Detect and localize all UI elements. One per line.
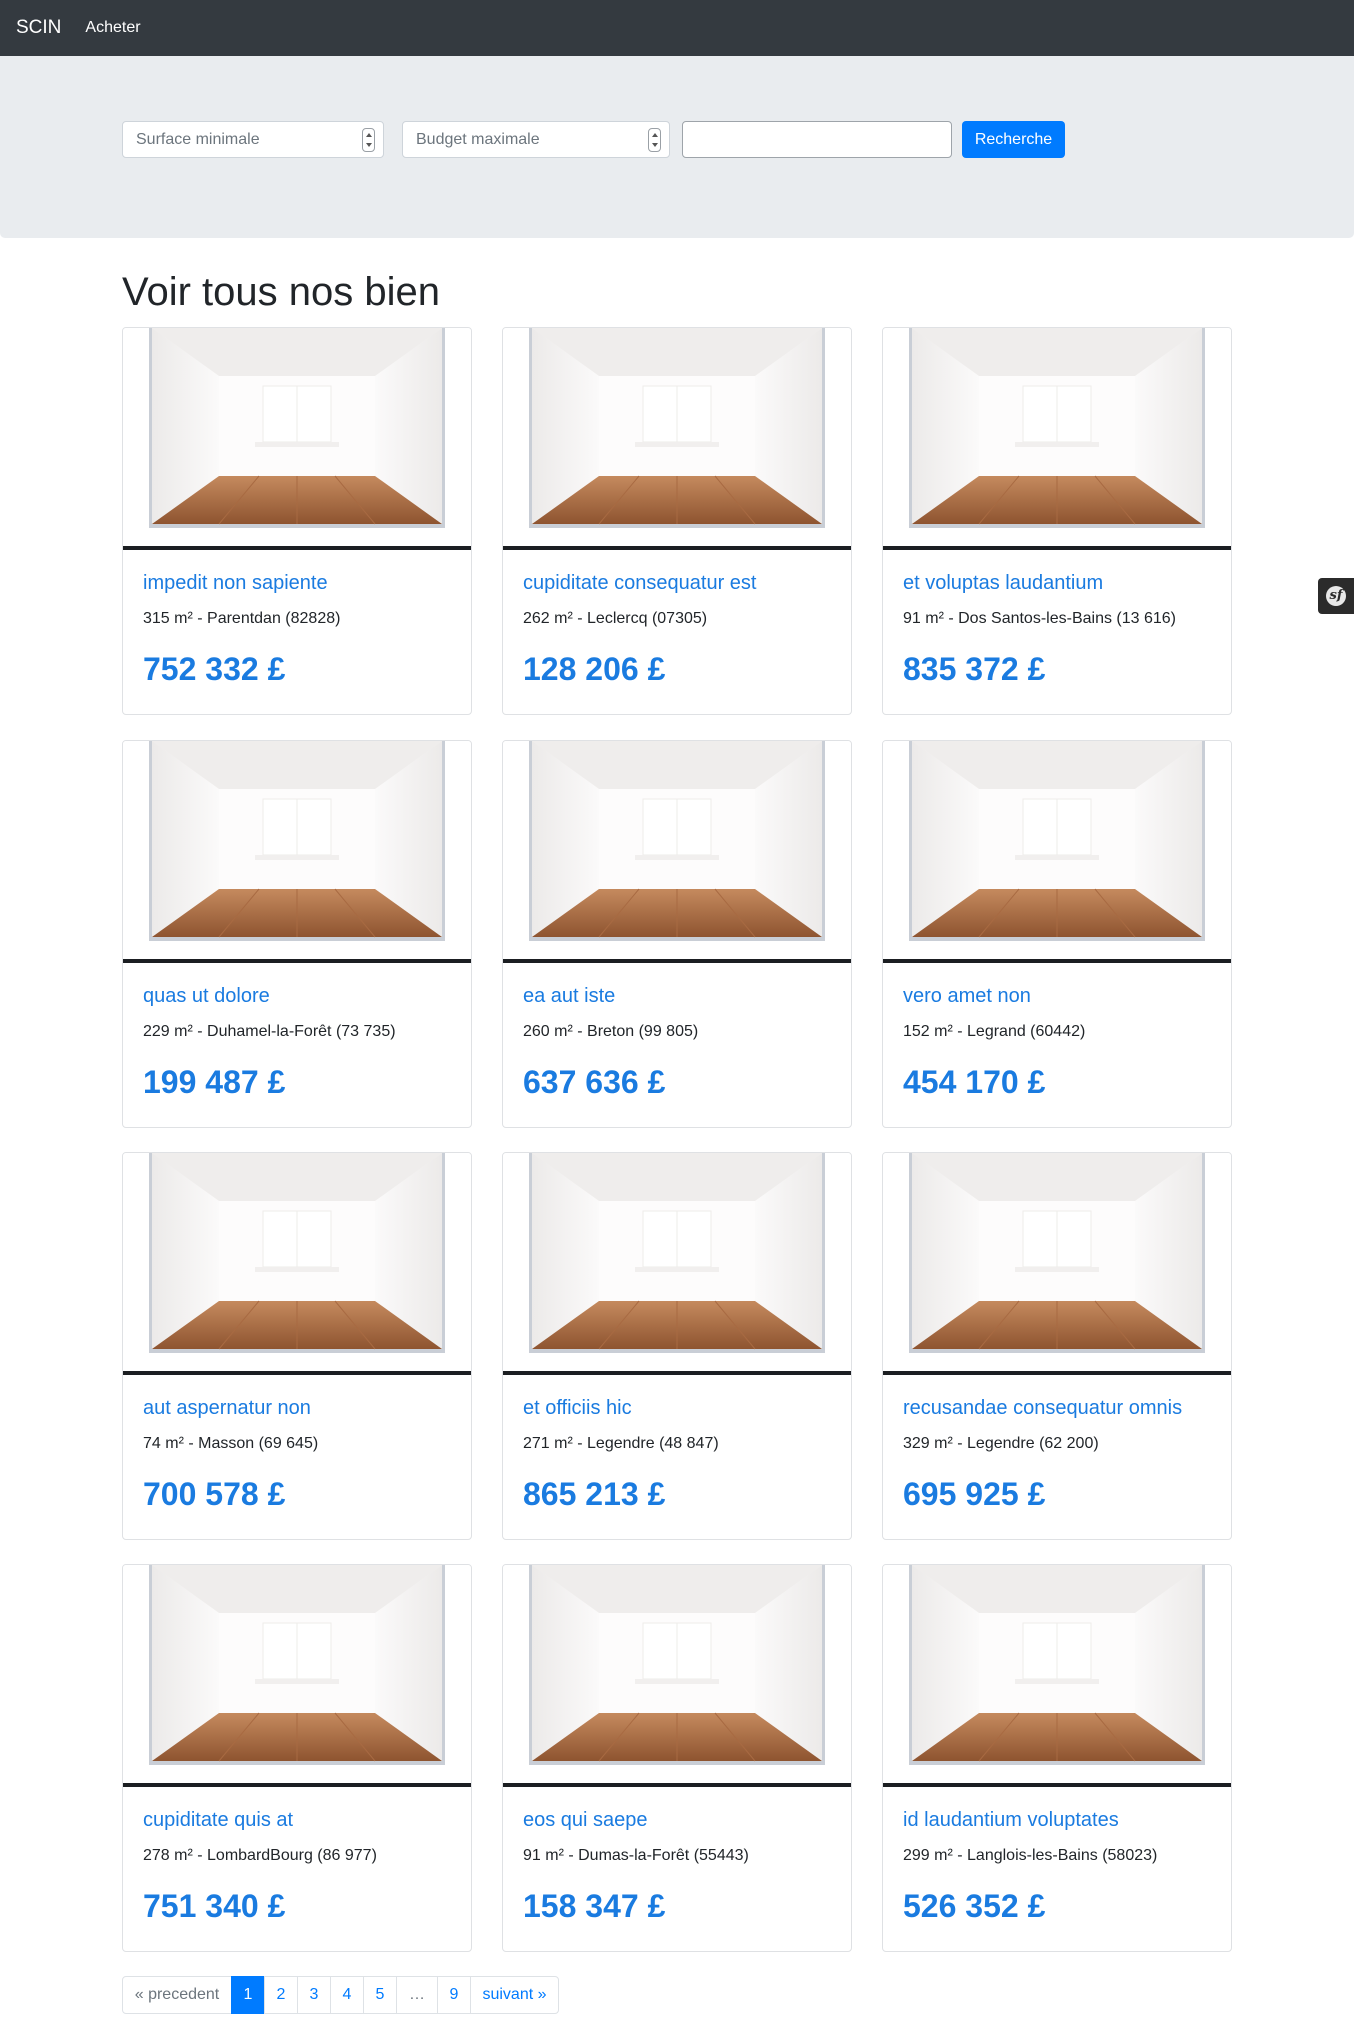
listing-title[interactable]: et voluptas laudantium (903, 572, 1103, 595)
listing-card[interactable]: eos qui saepe 91 m² - Dumas-la-Forêt (554… (502, 1564, 852, 1952)
listing-title[interactable]: quas ut dolore (143, 985, 270, 1008)
budget-placeholder: Budget maximale (416, 131, 540, 148)
navbar: SCIN Acheter (0, 0, 1354, 56)
listing-price: 700 578 £ (143, 1476, 286, 1512)
listing-title[interactable]: impedit non sapiente (143, 572, 328, 595)
budget-input[interactable]: Budget maximale (402, 121, 670, 158)
listing-title[interactable]: cupiditate consequatur est (523, 572, 757, 595)
pagination: « precedent 1 2 3 4 5 … 9 suivant » (122, 1976, 559, 2014)
listing-details: 278 m² - LombardBourg (86 977) (143, 1847, 377, 1864)
page-title: Voir tous nos bien (122, 270, 440, 314)
number-spinner-icon[interactable] (648, 128, 661, 152)
listing-title[interactable]: eos qui saepe (523, 1809, 648, 1832)
number-spinner-icon[interactable] (362, 128, 375, 152)
listing-card[interactable]: recusandae consequatur omnis 329 m² - Leg… (882, 1152, 1232, 1540)
pagination-page[interactable]: 3 (297, 1976, 331, 2014)
nav-link-acheter[interactable]: Acheter (85, 19, 140, 37)
listing-price: 695 925 £ (903, 1476, 1046, 1512)
listing-price: 865 213 £ (523, 1476, 666, 1512)
surface-placeholder: Surface minimale (136, 131, 260, 148)
pagination-page[interactable]: 9 (437, 1976, 471, 2014)
listing-image[interactable] (883, 1565, 1231, 1787)
listing-details: 260 m² - Breton (99 805) (523, 1023, 699, 1040)
listing-image[interactable] (883, 741, 1231, 963)
listing-details: 315 m² - Parentdan (82828) (143, 610, 341, 627)
listing-price: 526 352 £ (903, 1888, 1046, 1924)
listing-title[interactable]: recusandae consequatur omnis (903, 1397, 1182, 1420)
listing-image[interactable] (503, 328, 851, 550)
listing-price: 128 206 £ (523, 651, 666, 687)
listing-card[interactable]: id laudantium voluptates 299 m² - Langloi… (882, 1564, 1232, 1952)
listing-card[interactable]: quas ut dolore 229 m² - Duhamel-la-Forêt … (122, 740, 472, 1128)
brand-link[interactable]: SCIN (16, 17, 61, 39)
listing-card[interactable]: et officiis hic 271 m² - Legendre (48 847… (502, 1152, 852, 1540)
listing-price: 752 332 £ (143, 651, 286, 687)
listing-details: 299 m² - Langlois-les-Bains (58023) (903, 1847, 1158, 1864)
listing-card[interactable]: cupiditate quis at 278 m² - LombardBourg … (122, 1564, 472, 1952)
listing-title[interactable]: aut aspernatur non (143, 1397, 311, 1420)
listing-title[interactable]: id laudantium voluptates (903, 1809, 1119, 1832)
pagination-page[interactable]: 1 (231, 1976, 265, 2014)
listing-image[interactable] (123, 1565, 471, 1787)
listing-image[interactable] (503, 741, 851, 963)
pagination-next[interactable]: suivant » (470, 1976, 559, 2014)
listing-card[interactable]: et voluptas laudantium 91 m² - Dos Santos… (882, 327, 1232, 715)
listing-title[interactable]: vero amet non (903, 985, 1031, 1008)
listing-card[interactable]: ea aut iste 260 m² - Breton (99 805) 637 6… (502, 740, 852, 1128)
pagination-page[interactable]: 5 (363, 1976, 397, 2014)
listing-image[interactable] (123, 1153, 471, 1375)
pagination-page[interactable]: 2 (264, 1976, 298, 2014)
listing-card[interactable]: vero amet non 152 m² - Legrand (60442) 454… (882, 740, 1232, 1128)
listing-price: 751 340 £ (143, 1888, 286, 1924)
listing-details: 229 m² - Duhamel-la-Forêt (73 735) (143, 1023, 396, 1040)
pagination-ellipsis: … (396, 1976, 438, 2014)
listing-price: 637 636 £ (523, 1064, 666, 1100)
listing-image[interactable] (503, 1565, 851, 1787)
listing-card[interactable]: impedit non sapiente 315 m² - Parentdan (… (122, 327, 472, 715)
debug-toolbar-toggle[interactable]: sf (1318, 578, 1354, 614)
symfony-icon: sf (1326, 586, 1346, 606)
listing-price: 158 347 £ (523, 1888, 666, 1924)
listing-price: 835 372 £ (903, 651, 1046, 687)
search-text-input[interactable] (682, 121, 952, 158)
pagination-prev[interactable]: « precedent (122, 1976, 232, 2014)
listing-image[interactable] (883, 328, 1231, 550)
listing-image[interactable] (123, 741, 471, 963)
search-panel: Surface minimale Budget maximale Recherc… (0, 56, 1354, 238)
listing-title[interactable]: et officiis hic (523, 1397, 632, 1420)
listing-details: 329 m² - Legendre (62 200) (903, 1435, 1099, 1452)
listing-details: 262 m² - Leclercq (07305) (523, 610, 708, 627)
listing-details: 271 m² - Legendre (48 847) (523, 1435, 719, 1452)
listing-details: 74 m² - Masson (69 645) (143, 1435, 319, 1452)
listing-image[interactable] (883, 1153, 1231, 1375)
listing-price: 199 487 £ (143, 1064, 286, 1100)
listing-card[interactable]: aut aspernatur non 74 m² - Masson (69 645… (122, 1152, 472, 1540)
listing-details: 152 m² - Legrand (60442) (903, 1023, 1086, 1040)
surface-input[interactable]: Surface minimale (122, 121, 384, 158)
listing-details: 91 m² - Dos Santos-les-Bains (13 616) (903, 610, 1176, 627)
listing-price: 454 170 £ (903, 1064, 1046, 1100)
listing-details: 91 m² - Dumas-la-Forêt (55443) (523, 1847, 749, 1864)
listing-title[interactable]: ea aut iste (523, 985, 615, 1008)
search-button[interactable]: Recherche (962, 121, 1065, 158)
listing-image[interactable] (503, 1153, 851, 1375)
listing-title[interactable]: cupiditate quis at (143, 1809, 293, 1832)
listing-image[interactable] (123, 328, 471, 550)
listing-card[interactable]: cupiditate consequatur est 262 m² - Lecle… (502, 327, 852, 715)
pagination-page[interactable]: 4 (330, 1976, 364, 2014)
